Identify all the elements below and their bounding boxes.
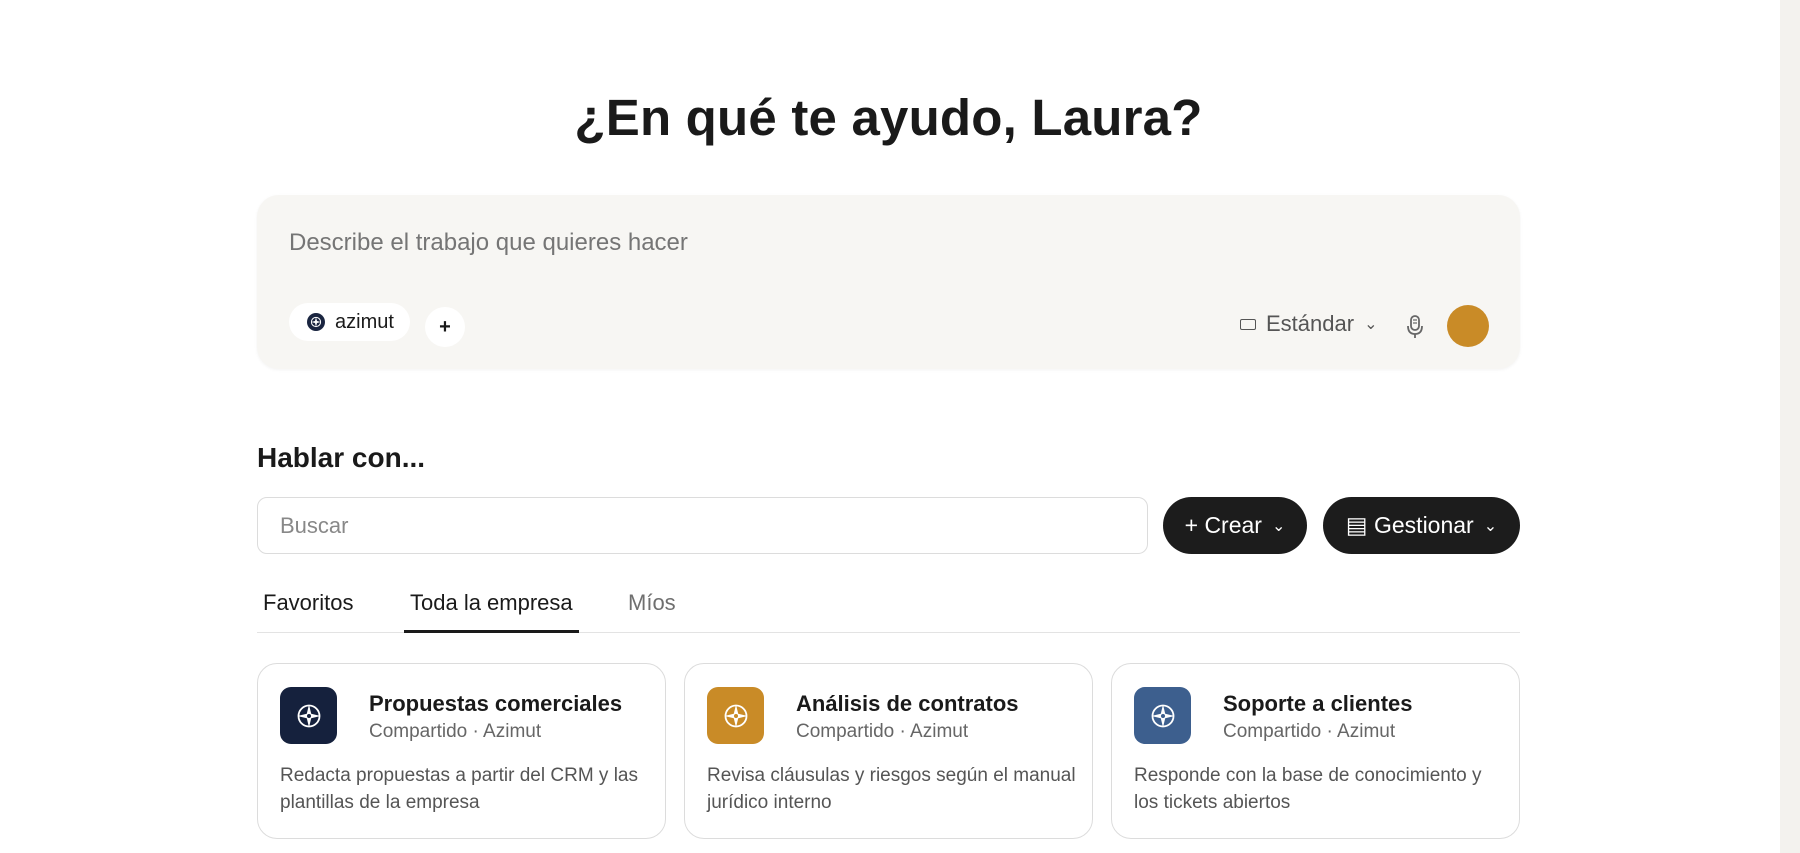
compass-icon xyxy=(307,313,325,331)
mode-icon xyxy=(1240,318,1256,330)
microphone-icon[interactable] xyxy=(1405,313,1425,341)
agent-card[interactable]: Propuestas comerciales Compartido · Azim… xyxy=(257,663,666,839)
tab-favoritos[interactable]: Favoritos xyxy=(257,588,359,633)
greeting-title: ¿En qué te ayudo, Laura? xyxy=(574,89,1203,146)
card-title: Análisis de contratos xyxy=(796,691,1019,716)
azimut-chip[interactable]: azimut xyxy=(289,303,410,341)
card-description: Revisa cláusulas y riesgos según el manu… xyxy=(707,765,1076,813)
manage-button-label: ▤ Gestionar xyxy=(1345,512,1474,538)
mode-select[interactable]: Estándar ⌄ xyxy=(1240,311,1377,337)
section-title: Hablar con... xyxy=(257,442,426,473)
add-context-button[interactable]: + xyxy=(425,307,465,347)
compass-icon xyxy=(1134,687,1191,744)
chevron-down-icon: ⌄ xyxy=(1364,316,1378,333)
chip-label: azimut xyxy=(335,310,394,333)
chevron-down-icon: ⌄ xyxy=(1271,517,1286,535)
mode-label: Estándar xyxy=(1266,311,1355,336)
manage-button[interactable]: ▤ Gestionar ⌄ xyxy=(1323,497,1520,554)
compass-icon xyxy=(280,687,337,744)
tab-mios[interactable]: Míos xyxy=(622,588,682,633)
composer: azimut + Estándar ⌄ xyxy=(257,195,1520,369)
card-title: Soporte a clientes xyxy=(1223,691,1413,716)
scrollbar-track[interactable] xyxy=(1780,0,1800,853)
card-subtitle: Compartido · Azimut xyxy=(1223,721,1396,742)
chevron-down-icon: ⌄ xyxy=(1483,517,1498,535)
search-input[interactable] xyxy=(257,497,1148,554)
tab-toda-la-empresa[interactable]: Toda la empresa xyxy=(404,588,579,633)
create-button[interactable]: + Crear ⌄ xyxy=(1163,497,1307,554)
agent-card[interactable]: Análisis de contratos Compartido · Azimu… xyxy=(684,663,1093,839)
agent-card[interactable]: Soporte a clientes Compartido · Azimut R… xyxy=(1111,663,1520,839)
create-button-label: + Crear xyxy=(1184,512,1262,538)
send-button[interactable] xyxy=(1447,305,1489,347)
compass-icon xyxy=(707,687,764,744)
card-subtitle: Compartido · Azimut xyxy=(796,721,969,742)
composer-input[interactable] xyxy=(289,229,1389,257)
card-description: Redacta propuestas a partir del CRM y la… xyxy=(280,765,638,813)
card-description: Responde con la base de conocimiento y l… xyxy=(1134,765,1482,813)
card-title: Propuestas comerciales xyxy=(369,691,623,716)
tab-bar: Favoritos Toda la empresa Míos xyxy=(257,588,1520,633)
card-subtitle: Compartido · Azimut xyxy=(369,721,542,742)
